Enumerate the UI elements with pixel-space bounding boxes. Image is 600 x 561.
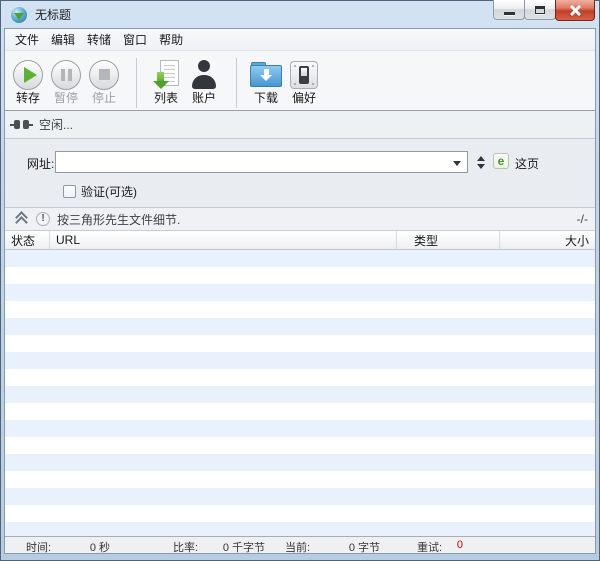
resume-button[interactable]: 转存 xyxy=(9,58,47,105)
statusbar-time: 时间: 0 秒 xyxy=(26,539,110,555)
time-value: 0 秒 xyxy=(90,539,110,555)
statusbar-current: 当前: 0 字节 xyxy=(285,539,380,555)
menubar: 文件 编辑 转储 窗口 帮助 xyxy=(5,29,595,51)
this-page-button[interactable]: 这页 xyxy=(515,155,539,172)
activity-status-text: 空闲... xyxy=(39,116,73,133)
activity-status-row: 空闲... xyxy=(5,111,595,139)
url-input[interactable] xyxy=(57,153,451,173)
list-document-icon xyxy=(152,60,180,90)
details-counter: -/- xyxy=(577,212,588,226)
toolbar-separator xyxy=(236,58,237,108)
stop-icon xyxy=(99,69,110,80)
column-header-type[interactable]: 类型 xyxy=(397,231,500,249)
details-hint-text: 按三角形先生文件细节. xyxy=(57,211,180,228)
pause-label: 暂停 xyxy=(54,91,78,105)
caption-buttons xyxy=(493,0,595,21)
verify-option-row: 验证(可选) xyxy=(63,183,137,200)
menu-file[interactable]: 文件 xyxy=(9,29,45,50)
minimize-button[interactable] xyxy=(493,0,525,20)
download-button[interactable]: 下载 xyxy=(247,58,285,105)
list-button[interactable]: 列表 xyxy=(147,58,185,105)
url-combobox[interactable] xyxy=(55,151,468,173)
client-area: 文件 编辑 转储 窗口 帮助 转存 暂停 停止 xyxy=(4,28,596,554)
resume-label: 转存 xyxy=(16,91,40,105)
menu-dump[interactable]: 转储 xyxy=(81,29,117,50)
table-body xyxy=(5,250,595,536)
column-header-size[interactable]: 大小 xyxy=(500,231,595,249)
maximize-button[interactable] xyxy=(524,0,556,20)
verify-checkbox[interactable] xyxy=(63,185,76,198)
menu-edit[interactable]: 编辑 xyxy=(45,29,81,50)
app-icon xyxy=(11,7,27,23)
browser-e-icon[interactable]: e xyxy=(493,153,509,169)
toolbar-separator xyxy=(136,58,137,108)
verify-checkbox-label: 验证(可选) xyxy=(81,183,137,200)
table-header: 状态 URL 类型 大小 xyxy=(5,231,595,250)
details-bar: ! 按三角形先生文件细节. -/- xyxy=(5,207,595,231)
collapse-chevrons-icon[interactable] xyxy=(14,212,28,226)
preferences-switch-icon xyxy=(290,61,318,89)
account-label: 账户 xyxy=(192,91,216,105)
download-label: 下载 xyxy=(254,91,278,105)
minimize-icon xyxy=(504,12,515,15)
url-panel: 网址: e 这页 验证(可选) xyxy=(5,139,595,207)
column-header-status[interactable]: 状态 xyxy=(5,231,50,249)
retry-label: 重试: xyxy=(417,539,442,555)
preferences-label: 偏好 xyxy=(292,91,316,105)
retry-value: 0 xyxy=(457,539,463,555)
current-label: 当前: xyxy=(285,539,310,555)
person-icon xyxy=(191,60,217,90)
menu-help[interactable]: 帮助 xyxy=(153,29,189,50)
stepper-down-icon[interactable] xyxy=(477,164,485,169)
statusbar: 时间: 0 秒 比率: 0 千字节 当前: 0 字节 重试: 0 xyxy=(5,536,595,553)
rate-value: 0 千字节 xyxy=(223,539,265,555)
pause-button[interactable]: 暂停 xyxy=(47,58,85,105)
play-icon xyxy=(24,67,37,83)
stepper-up-icon[interactable] xyxy=(477,156,485,161)
url-label: 网址: xyxy=(27,155,54,172)
menu-window[interactable]: 窗口 xyxy=(117,29,153,50)
close-icon xyxy=(569,4,581,16)
column-header-url[interactable]: URL xyxy=(50,231,397,249)
account-button[interactable]: 账户 xyxy=(185,58,223,105)
rate-label: 比率: xyxy=(173,539,198,555)
url-stepper[interactable] xyxy=(475,152,487,172)
statusbar-retry: 重试: 0 xyxy=(417,539,463,555)
window-title: 无标题 xyxy=(35,6,71,23)
current-value: 0 字节 xyxy=(349,539,380,555)
close-button[interactable] xyxy=(555,0,595,21)
app-window: 无标题 文件 编辑 转储 窗口 帮助 转存 xyxy=(0,0,600,561)
stop-button[interactable]: 停止 xyxy=(85,58,123,105)
time-label: 时间: xyxy=(26,539,51,555)
exclamation-icon: ! xyxy=(36,212,50,226)
disconnected-plug-icon xyxy=(10,120,33,129)
list-label: 列表 xyxy=(154,91,178,105)
toolbar: 转存 暂停 停止 列表 xyxy=(5,51,595,111)
stop-label: 停止 xyxy=(92,91,116,105)
preferences-button[interactable]: 偏好 xyxy=(285,58,323,105)
maximize-icon xyxy=(535,6,545,14)
statusbar-rate: 比率: 0 千字节 xyxy=(173,539,265,555)
pause-icon xyxy=(61,69,72,81)
titlebar[interactable]: 无标题 xyxy=(4,1,596,28)
combo-dropdown-icon[interactable] xyxy=(453,161,461,166)
download-folder-icon xyxy=(250,61,282,89)
